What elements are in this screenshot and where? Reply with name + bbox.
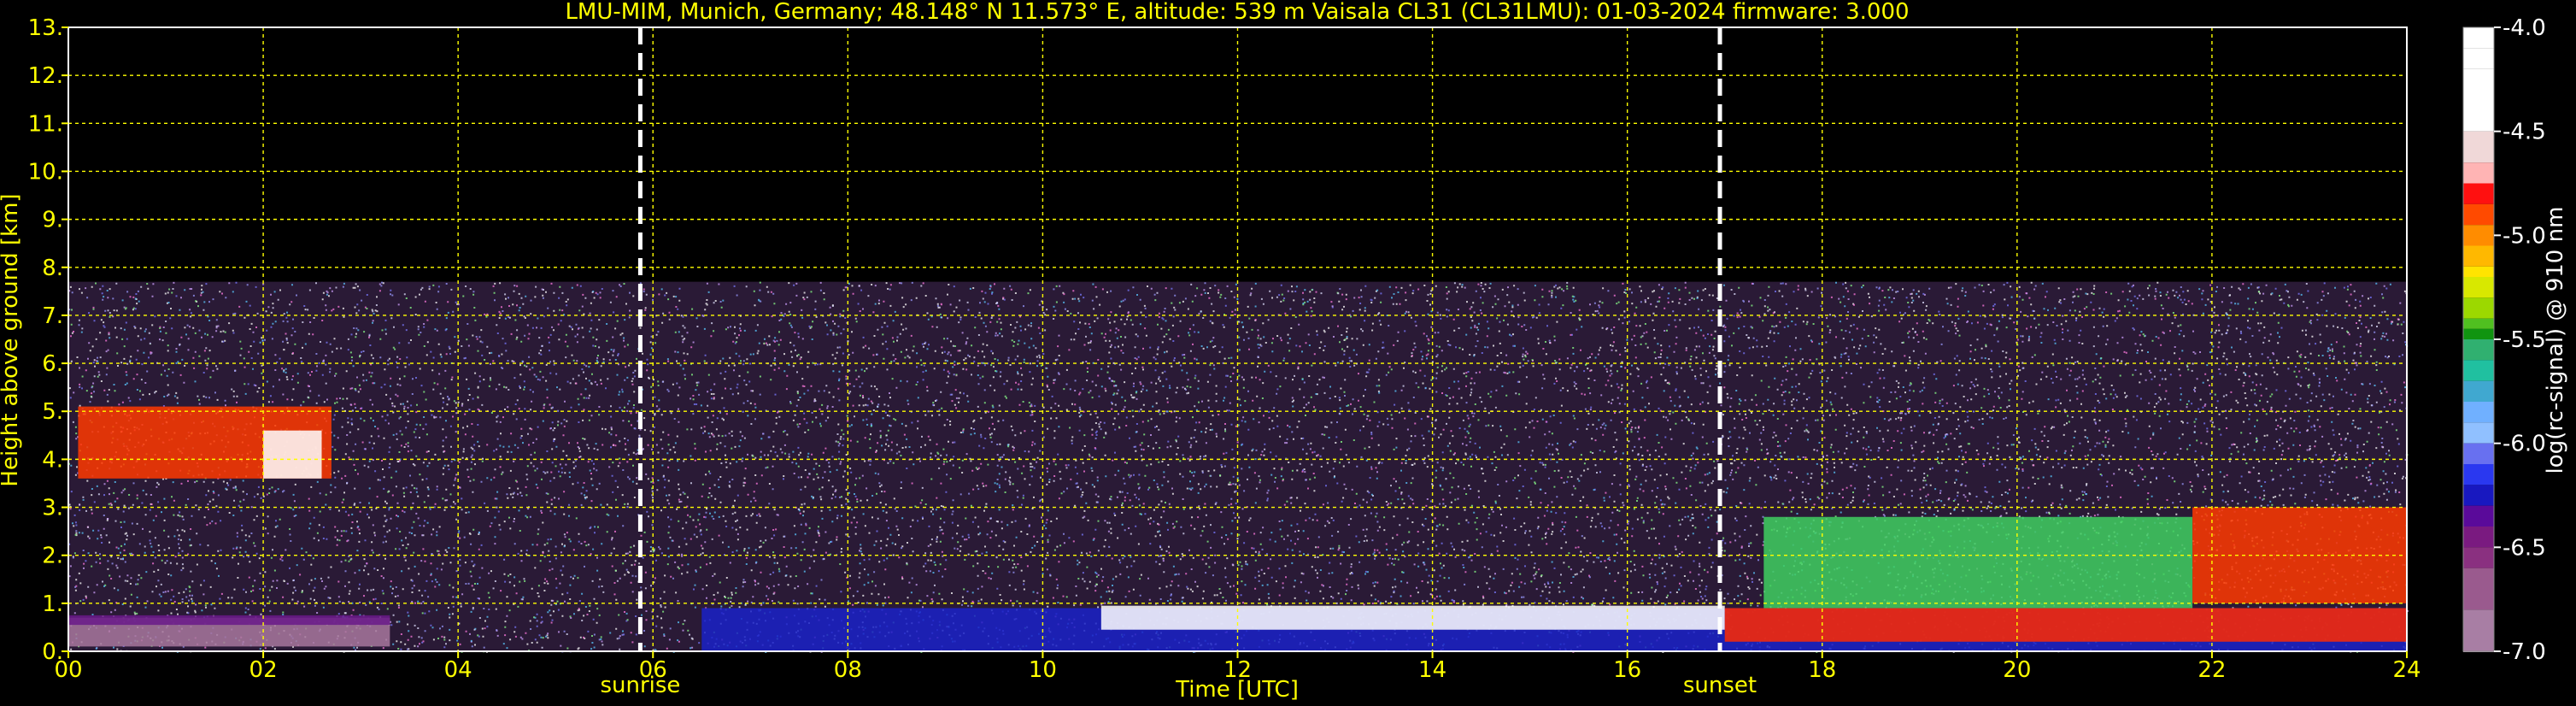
colorbar-swatch — [2463, 225, 2494, 246]
y-axis-label: Height above ground [km] — [0, 193, 23, 486]
feature-cirrus-core-3 — [263, 430, 322, 479]
colorbar-swatch — [2463, 183, 2494, 204]
y-tick-label: 4. — [42, 447, 63, 473]
colorbar-swatch — [2463, 162, 2494, 184]
y-tick-label: 1. — [42, 591, 63, 617]
colorbar-swatch — [2463, 485, 2494, 506]
x-tick-label: 18 — [1808, 657, 1836, 683]
colorbar-swatch — [2463, 402, 2494, 423]
x-tick-label: 06 — [639, 657, 667, 683]
x-tick-label: 16 — [1613, 657, 1641, 683]
colorbar-tick-label: -5.0 — [2503, 223, 2546, 249]
feature-evening-cloud-7 — [1763, 516, 2193, 609]
colorbar-swatch — [2463, 609, 2494, 651]
feature-evening-layer-6 — [1724, 608, 2407, 642]
colorbar-swatch — [2463, 505, 2494, 527]
colorbar-swatch — [2463, 422, 2494, 444]
x-tick-label: 20 — [2003, 657, 2031, 683]
y-tick-label: 6. — [42, 351, 63, 377]
colorbar-swatch — [2463, 443, 2494, 464]
y-tick-label: 9. — [42, 208, 63, 233]
y-tick-label: 11. — [28, 111, 63, 137]
x-tick-label: 08 — [834, 657, 862, 683]
colorbar-swatch — [2463, 547, 2494, 568]
colorbar-swatch — [2463, 68, 2494, 90]
ceilometer-chart: sunrise sunset 00 02 04 06 08 10 12 14 16 18 20 22 24… — [0, 0, 2576, 706]
colorbar-swatch — [2463, 277, 2494, 298]
colorbar-tick-label: -6.5 — [2503, 535, 2546, 561]
colorbar-swatch — [2463, 360, 2494, 381]
colorbar-swatch — [2463, 464, 2494, 485]
y-tick-label: 13. — [28, 15, 63, 41]
y-tick-label: 2. — [42, 544, 63, 569]
y-tick-label: 0. — [42, 639, 63, 665]
colorbar-swatch — [2463, 131, 2494, 163]
chart-title: LMU-MIM, Munich, Germany; 48.148° N 11.5… — [565, 0, 1909, 25]
x-tick-label: 22 — [2198, 657, 2226, 683]
x-tick-label: 02 — [249, 657, 278, 683]
sunset-label: sunset — [1683, 673, 1757, 698]
colorbar-swatch — [2463, 380, 2494, 402]
colorbar-label: log(rc-signal) @ 910 nm — [2543, 207, 2568, 474]
colorbar-swatch — [2463, 48, 2494, 69]
y-tick-label: 5. — [42, 399, 63, 425]
y-tick-label: 3. — [42, 496, 63, 521]
x-tick-label: 10 — [1029, 657, 1057, 683]
x-axis-label: Time [UTC] — [1175, 677, 1299, 703]
colorbar-tick-label: -7.0 — [2503, 639, 2546, 665]
colorbar-swatch — [2463, 266, 2494, 277]
y-tick-label: 12. — [28, 63, 63, 89]
colorbar-swatch — [2463, 90, 2494, 132]
colorbar-swatch — [2463, 318, 2494, 329]
colorbar-swatch — [2463, 203, 2494, 226]
x-tick-label: 24 — [2392, 657, 2421, 683]
colorbar-tick-label: -4.5 — [2503, 120, 2546, 145]
colorbar-swatch — [2463, 568, 2494, 610]
colorbar-swatch — [2463, 339, 2494, 361]
colorbar-tick-label: -5.5 — [2503, 327, 2546, 353]
colorbar-swatch — [2463, 297, 2494, 319]
colorbar-swatch — [2463, 27, 2494, 49]
feature-residual-layer-1 — [68, 615, 390, 626]
colorbar-tick-label: -6.0 — [2503, 432, 2546, 457]
colorbar-swatch — [2463, 245, 2494, 267]
x-tick-label: 14 — [1418, 657, 1446, 683]
y-tick-label: 7. — [42, 303, 63, 329]
x-tick-label: 04 — [444, 657, 472, 683]
colorbar-swatch — [2463, 527, 2494, 548]
y-tick-label: 8. — [42, 256, 63, 281]
y-tick-label: 10. — [28, 159, 63, 185]
feature-cloud-base-5 — [1100, 605, 1725, 630]
colorbar-tick-label: -4.0 — [2503, 15, 2546, 41]
colorbar-swatch — [2463, 328, 2494, 339]
